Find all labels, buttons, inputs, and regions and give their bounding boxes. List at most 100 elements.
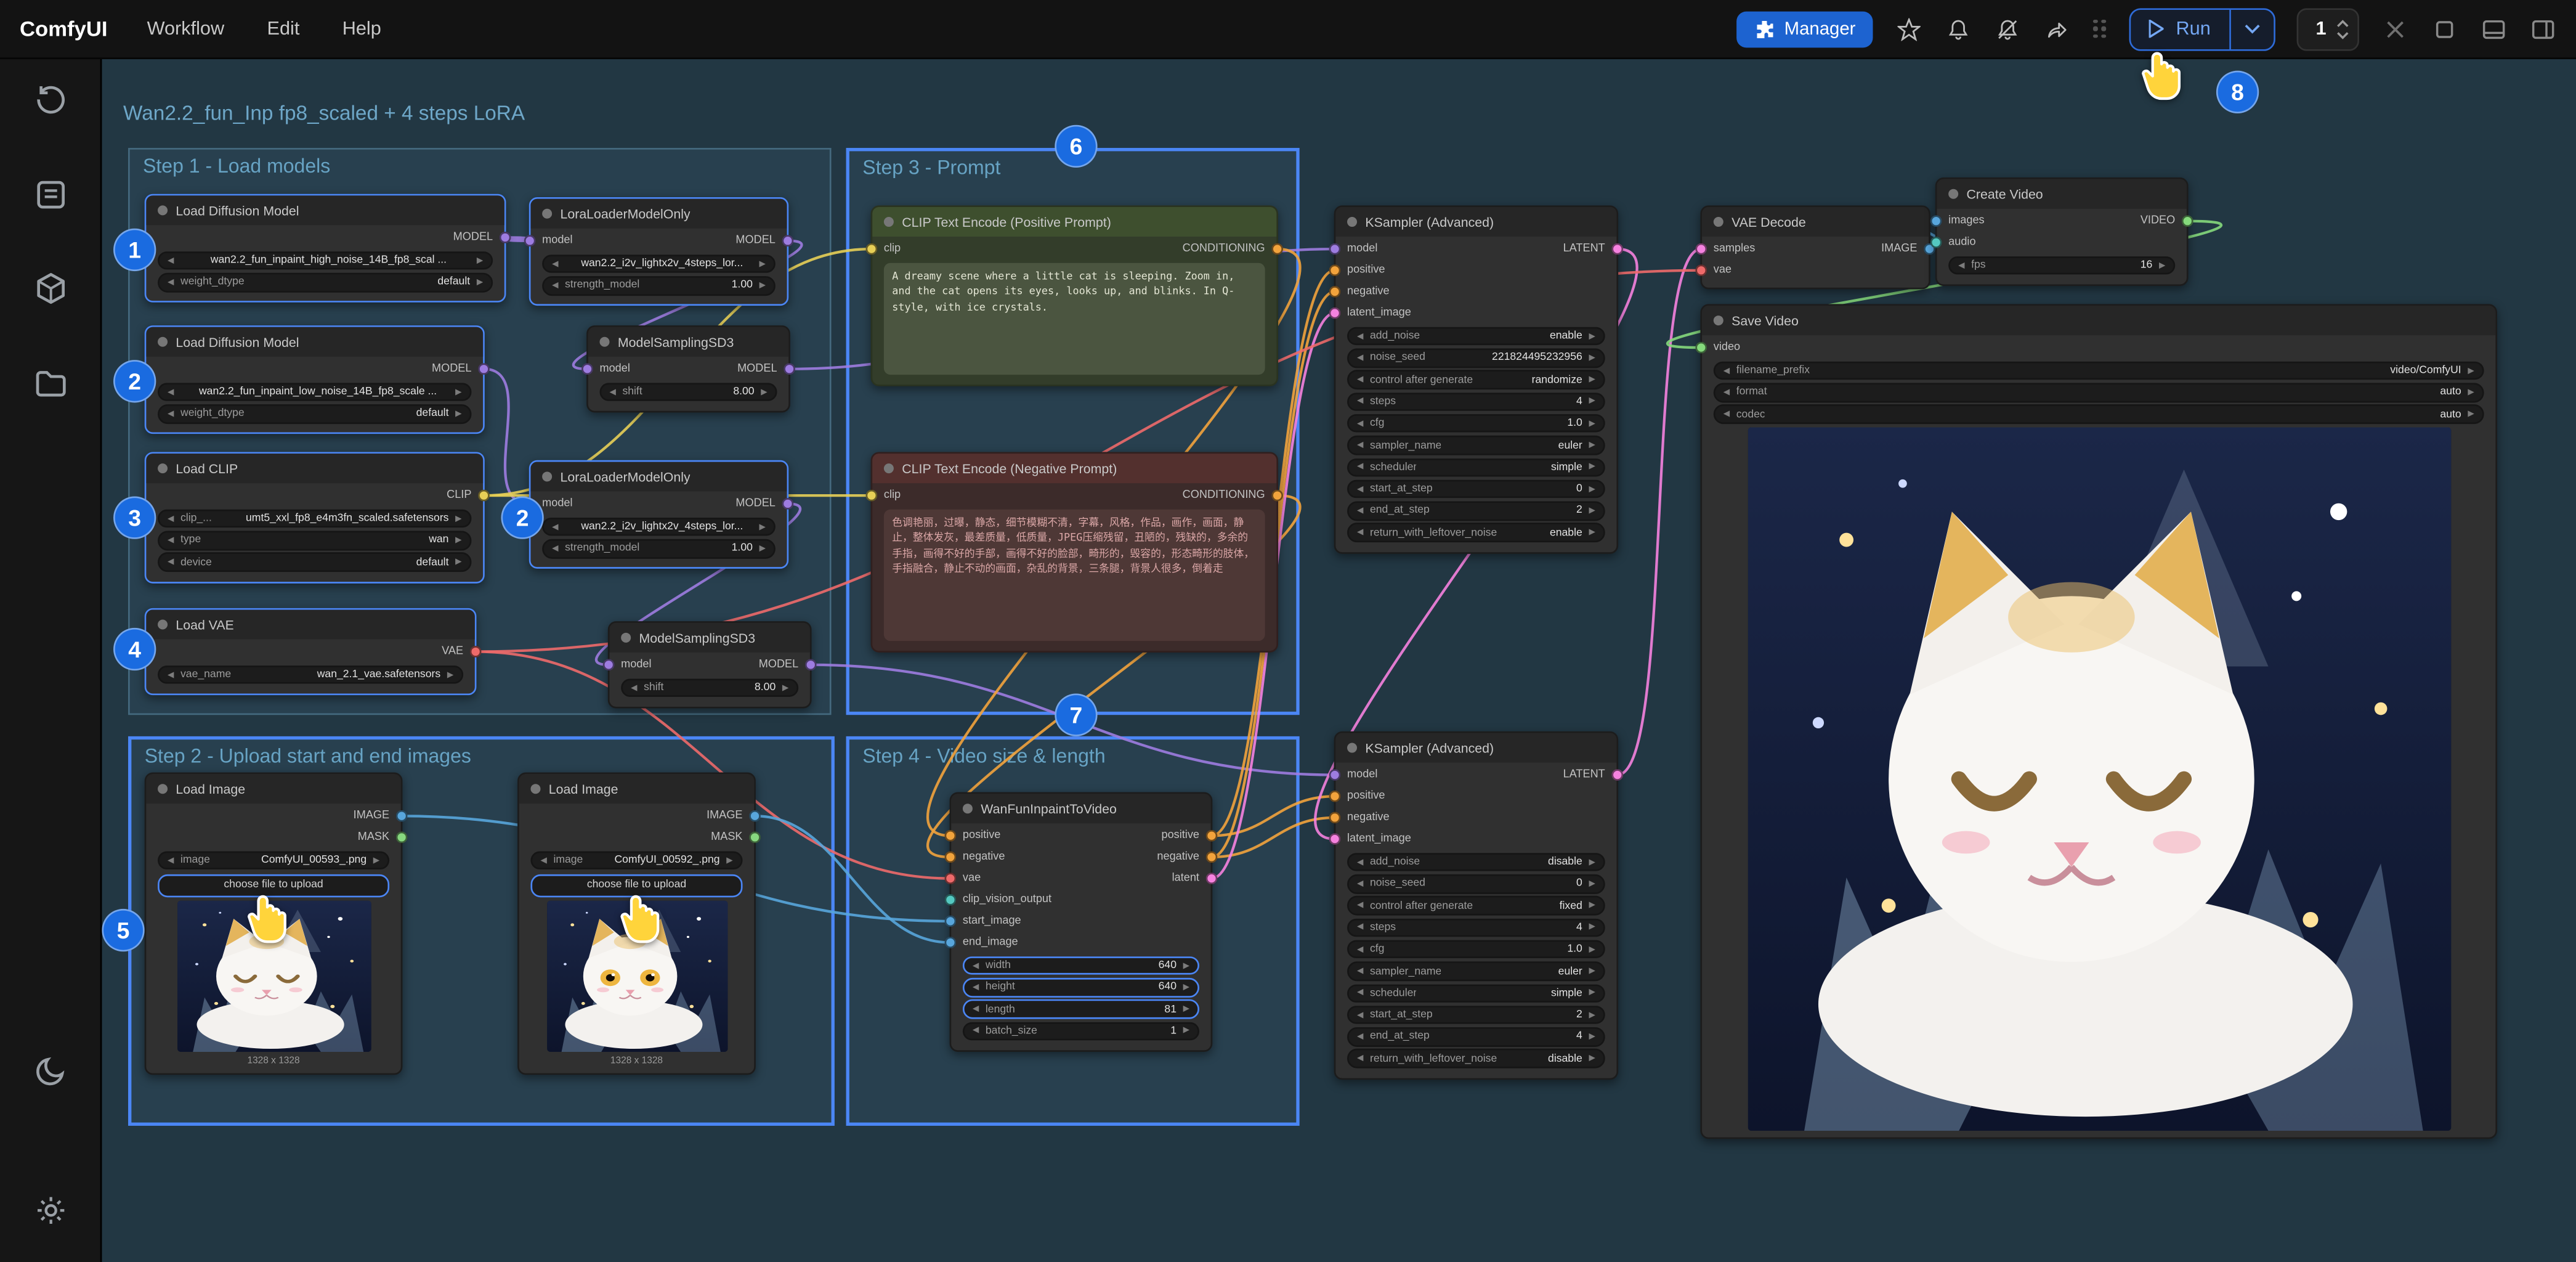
collapse-dot-icon[interactable]	[1347, 217, 1357, 227]
input-audio-port[interactable]	[1930, 237, 1942, 248]
collapse-dot-icon[interactable]	[621, 633, 631, 643]
increment-arrow-icon[interactable]: ▶	[1589, 966, 1595, 976]
widget-clip-[interactable]: ◀clip_...umt5_xxl_fp8_e4m3fn_scaled.safe…	[158, 509, 471, 528]
history-icon[interactable]	[34, 83, 67, 124]
increment-arrow-icon[interactable]: ▶	[455, 387, 461, 397]
decrement-arrow-icon[interactable]: ◀	[1723, 366, 1730, 376]
node-load_clip[interactable]: Load CLIPCLIP◀clip_...umt5_xxl_fp8_e4m3f…	[145, 452, 485, 583]
collapse-dot-icon[interactable]	[1948, 189, 1958, 199]
collapse-dot-icon[interactable]	[158, 784, 168, 794]
widget-batch-size[interactable]: ◀batch_size1▶	[963, 1022, 1199, 1041]
increment-arrow-icon[interactable]: ▶	[1183, 961, 1189, 971]
decrement-arrow-icon[interactable]: ◀	[168, 256, 174, 266]
output-model-port[interactable]	[784, 363, 795, 375]
node-ks1[interactable]: KSampler (Advanced)modelLATENTpositivene…	[1334, 205, 1618, 553]
node-msd2[interactable]: ModelSamplingSD3modelMODEL◀shift8.00▶	[608, 621, 812, 709]
workflows-folder-icon[interactable]	[34, 367, 67, 409]
bell-slash-icon[interactable]	[1993, 15, 2021, 43]
node-load_diff_high[interactable]: Load Diffusion ModelMODEL◀wan2.2_fun_inp…	[145, 194, 506, 303]
decrement-arrow-icon[interactable]: ◀	[1357, 332, 1363, 341]
run-dropdown-button[interactable]	[2229, 9, 2273, 49]
increment-arrow-icon[interactable]: ▶	[1589, 353, 1595, 363]
decrement-arrow-icon[interactable]: ◀	[1357, 945, 1363, 955]
increment-arrow-icon[interactable]: ▶	[1589, 879, 1595, 889]
increment-arrow-icon[interactable]: ▶	[455, 409, 461, 419]
collapse-dot-icon[interactable]	[884, 217, 894, 227]
input-latent_image-port[interactable]	[1329, 307, 1341, 319]
collapse-dot-icon[interactable]	[884, 463, 894, 473]
widget-image[interactable]: ◀imageComfyUI_00592_.png▶	[530, 851, 742, 870]
increment-arrow-icon[interactable]: ▶	[759, 281, 766, 291]
run-button[interactable]: Run	[2132, 9, 2229, 49]
input-negative-port[interactable]	[945, 852, 957, 863]
output-conditioning-port[interactable]	[1271, 490, 1283, 502]
decrement-arrow-icon[interactable]: ◀	[168, 670, 174, 680]
increment-arrow-icon[interactable]: ▶	[2468, 388, 2474, 397]
output-model-port[interactable]	[478, 363, 490, 375]
decrement-arrow-icon[interactable]: ◀	[168, 387, 174, 397]
decrement-arrow-icon[interactable]: ◀	[552, 281, 558, 291]
input-clip-port[interactable]	[866, 490, 878, 502]
input-model-port[interactable]	[603, 659, 615, 671]
increment-arrow-icon[interactable]: ▶	[1589, 462, 1595, 472]
decrement-arrow-icon[interactable]: ◀	[540, 855, 546, 865]
interrupt-icon[interactable]	[2381, 15, 2408, 43]
decrement-arrow-icon[interactable]: ◀	[552, 522, 558, 532]
widget-control-after-generate[interactable]: ◀control after generaterandomize▶	[1347, 370, 1605, 389]
decrement-arrow-icon[interactable]: ◀	[1357, 506, 1363, 516]
output-model-port[interactable]	[805, 659, 817, 671]
increment-arrow-icon[interactable]: ▶	[2159, 261, 2165, 271]
node-header[interactable]: KSampler (Advanced)	[1335, 207, 1616, 237]
collapse-dot-icon[interactable]	[158, 619, 168, 629]
increment-arrow-icon[interactable]: ▶	[2468, 366, 2474, 376]
input-end_image-port[interactable]	[945, 937, 957, 948]
increment-arrow-icon[interactable]: ▶	[477, 256, 483, 266]
decrement-arrow-icon[interactable]: ◀	[1357, 1032, 1363, 1042]
decrement-arrow-icon[interactable]: ◀	[1357, 966, 1363, 976]
node-wan[interactable]: WanFunInpaintToVideopositivepositivenega…	[950, 792, 1213, 1052]
widget-type[interactable]: ◀typewan▶	[158, 531, 471, 550]
decrement-arrow-icon[interactable]: ◀	[1357, 528, 1363, 538]
node-neg[interactable]: CLIP Text Encode (Negative Prompt)clipCO…	[871, 452, 1278, 652]
decrement-arrow-icon[interactable]: ◀	[552, 543, 558, 553]
output-mask-port[interactable]	[749, 832, 761, 844]
widget-value[interactable]: ◀wan2.2_fun_inpaint_low_noise_14B_fp8_sc…	[158, 383, 471, 402]
input-negative-port[interactable]	[1329, 812, 1341, 824]
widget-end-at-step[interactable]: ◀end_at_step4▶	[1347, 1027, 1605, 1046]
widget-filename-prefix[interactable]: ◀filename_prefixvideo/ComfyUI▶	[1714, 361, 2484, 380]
menu-edit[interactable]: Edit	[267, 19, 299, 39]
collapse-dot-icon[interactable]	[1714, 316, 1723, 325]
node-header[interactable]: CLIP Text Encode (Negative Prompt)	[872, 454, 1276, 483]
input-samples-port[interactable]	[1695, 243, 1707, 255]
input-clip-port[interactable]	[866, 243, 878, 255]
widget-sampler-name[interactable]: ◀sampler_nameeuler▶	[1347, 962, 1605, 981]
decrement-arrow-icon[interactable]: ◀	[1958, 261, 1964, 271]
drag-handle[interactable]	[2094, 19, 2107, 38]
collapse-dot-icon[interactable]	[158, 337, 168, 347]
image-preview[interactable]	[1747, 427, 2450, 1131]
output-latent-port[interactable]	[1611, 243, 1623, 255]
node-load_diff_low[interactable]: Load Diffusion ModelMODEL◀wan2.2_fun_inp…	[145, 325, 485, 434]
input-model-port[interactable]	[524, 235, 536, 246]
batch-count-stepper[interactable]: 1	[2296, 7, 2359, 50]
increment-arrow-icon[interactable]: ▶	[1589, 397, 1595, 407]
node-header[interactable]: CLIP Text Encode (Positive Prompt)	[872, 207, 1276, 237]
collapse-dot-icon[interactable]	[1347, 743, 1357, 753]
node-header[interactable]: WanFunInpaintToVideo	[951, 794, 1210, 823]
model-library-icon[interactable]	[34, 272, 67, 313]
decrement-arrow-icon[interactable]: ◀	[168, 514, 174, 524]
decrement-arrow-icon[interactable]: ◀	[1357, 418, 1363, 428]
output-video-port[interactable]	[2182, 215, 2193, 227]
output-negative-port[interactable]	[1206, 852, 1218, 863]
share-icon[interactable]	[2043, 15, 2070, 43]
output-positive-port[interactable]	[1206, 830, 1218, 842]
node-header[interactable]: Load Image	[519, 774, 754, 804]
bell-icon[interactable]	[1944, 15, 1972, 43]
increment-arrow-icon[interactable]: ▶	[1589, 506, 1595, 516]
decrement-arrow-icon[interactable]: ◀	[168, 277, 174, 287]
theme-moon-icon[interactable]	[34, 1054, 67, 1096]
widget-vae-name[interactable]: ◀vae_namewan_2.1_vae.safetensors▶	[158, 666, 463, 685]
input-model-port[interactable]	[1329, 769, 1341, 781]
input-start_image-port[interactable]	[945, 916, 957, 927]
output-model-port[interactable]	[782, 498, 794, 510]
